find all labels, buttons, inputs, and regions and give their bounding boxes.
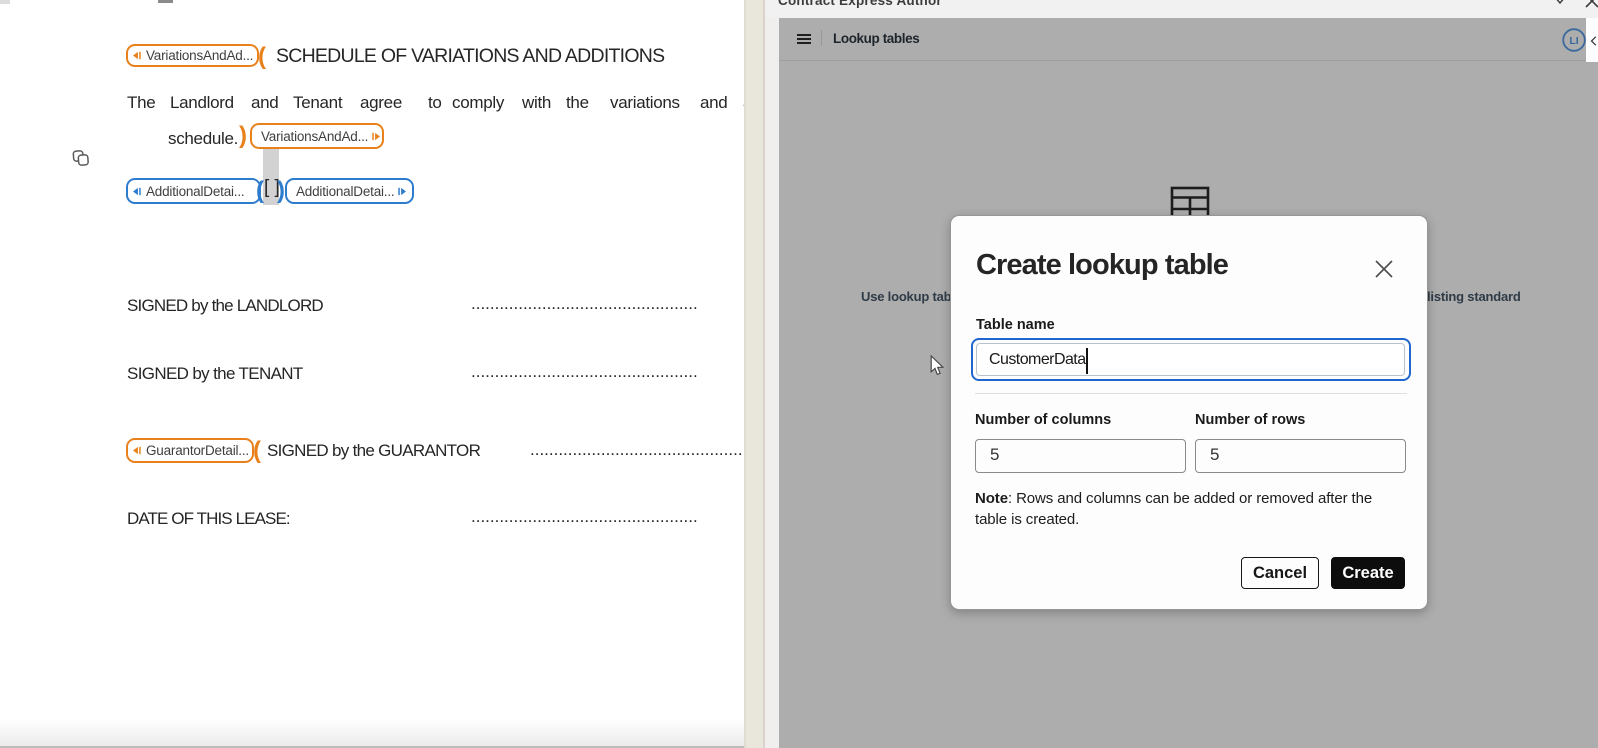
svg-text:LI: LI: [1569, 35, 1578, 47]
